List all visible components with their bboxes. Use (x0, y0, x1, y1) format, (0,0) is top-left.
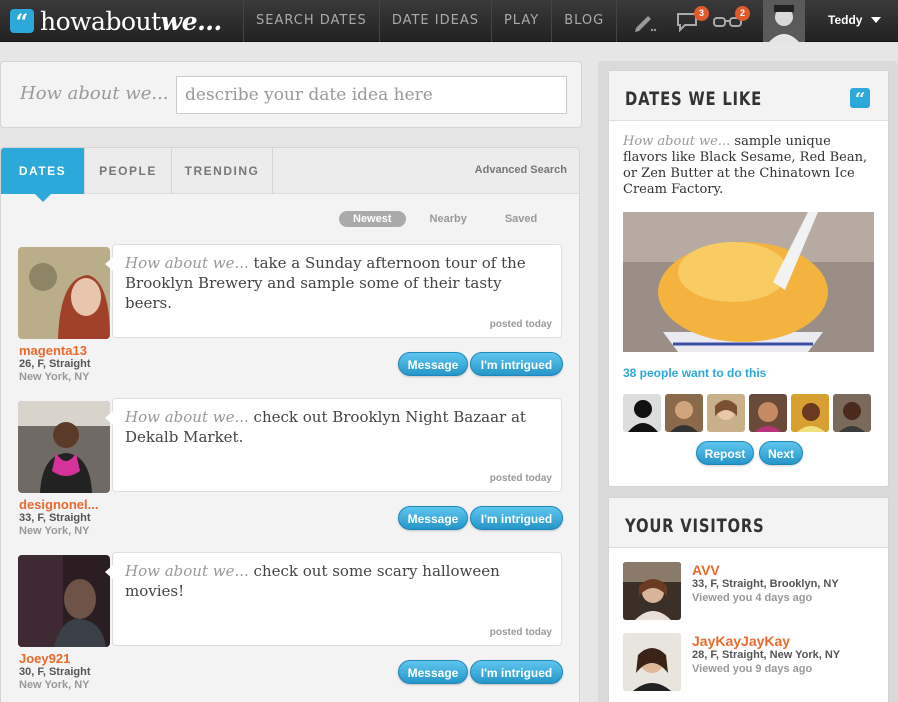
nav-date-ideas[interactable]: DATE IDEAS (380, 0, 492, 42)
avatar[interactable] (623, 394, 661, 432)
chevron-down-icon[interactable] (871, 17, 881, 23)
visitor-name[interactable]: AVV (692, 562, 720, 578)
logo[interactable]: “ howaboutwe... (10, 6, 222, 36)
avatar[interactable] (749, 394, 787, 432)
posted-time: posted today (489, 319, 552, 330)
message-button[interactable]: Message (398, 352, 468, 376)
feed-panel: DATES PEOPLE TRENDING Advanced Search Ne… (0, 147, 580, 702)
messages-icon[interactable]: 3 (675, 6, 709, 34)
list-item[interactable]: JayKayJayKay 28, F, Straight, New York, … (623, 633, 883, 693)
username-link[interactable]: Joey921 (19, 651, 70, 666)
visitor-details: 33, F, Straight, Brooklyn, NY Viewed you … (692, 578, 839, 604)
user-details: 26, F, Straight New York, NY (19, 358, 91, 383)
logo-text: howaboutwe... (40, 6, 222, 36)
user-details: 30, F, Straight New York, NY (19, 666, 91, 691)
feed-filters: Newest Nearby Saved (339, 211, 561, 227)
list-item[interactable]: AVV 33, F, Straight, Brooklyn, NY Viewed … (623, 562, 883, 622)
nav-blog[interactable]: BLOG (552, 0, 618, 42)
avatar[interactable] (665, 394, 703, 432)
quote-icon: “ (850, 88, 870, 110)
intrigued-button[interactable]: I'm intrigued (470, 506, 563, 530)
filter-nearby[interactable]: Nearby (416, 211, 481, 227)
dates-we-like-box: DATES WE LIKE “ How about we... sample u… (608, 70, 889, 487)
filter-saved[interactable]: Saved (491, 211, 551, 227)
your-visitors-box: YOUR VISITORS AVV 33, F, Straight, Brook… (608, 497, 889, 702)
intrigued-button[interactable]: I'm intrigued (470, 352, 563, 376)
logo-quote-icon: “ (10, 9, 34, 36)
pencil-icon[interactable] (632, 8, 658, 34)
your-visitors-title: YOUR VISITORS (625, 515, 765, 537)
post-card[interactable]: How about we... take a Sunday afternoon … (105, 244, 562, 338)
want-count-link[interactable]: 38 people want to do this (623, 366, 766, 380)
glasses-icon[interactable]: 2 (712, 6, 750, 34)
message-button[interactable]: Message (398, 506, 468, 530)
messages-count-badge: 3 (694, 6, 709, 21)
next-button[interactable]: Next (759, 441, 803, 465)
date-idea-input[interactable] (176, 76, 567, 114)
username-link[interactable]: magenta13 (19, 343, 87, 358)
advanced-search-link[interactable]: Advanced Search (475, 164, 567, 176)
avatar[interactable] (623, 633, 681, 691)
date-idea-label: How about we... (20, 83, 169, 104)
nav-play[interactable]: PLAY (492, 0, 553, 42)
featured-date-text: How about we... sample unique flavors li… (623, 134, 868, 197)
tab-trending[interactable]: TRENDING (172, 148, 273, 194)
user-details: 33, F, Straight New York, NY (19, 512, 91, 537)
user-name[interactable]: Teddy (828, 13, 862, 27)
right-sidebar: DATES WE LIKE “ How about we... sample u… (598, 61, 898, 702)
views-count-badge: 2 (735, 6, 750, 21)
box-header: YOUR VISITORS (609, 498, 888, 548)
posted-time: posted today (489, 627, 552, 638)
avatar[interactable] (18, 401, 110, 493)
nav-search-dates[interactable]: SEARCH DATES (244, 0, 380, 42)
post-text: How about we... check out some scary hal… (125, 562, 500, 600)
message-button[interactable]: Message (398, 660, 468, 684)
avatar[interactable] (18, 247, 110, 339)
tab-dates[interactable]: DATES (1, 148, 85, 202)
avatar[interactable] (623, 562, 681, 620)
user-avatar[interactable] (763, 0, 805, 42)
visitor-details: 28, F, Straight, New York, NY Viewed you … (692, 649, 841, 675)
avatar[interactable] (707, 394, 745, 432)
feed-tabs: DATES PEOPLE TRENDING Advanced Search (1, 148, 579, 202)
avatar[interactable] (18, 555, 110, 647)
date-idea-panel: How about we... (0, 61, 582, 128)
filter-newest[interactable]: Newest (339, 211, 406, 227)
tab-people[interactable]: PEOPLE (85, 148, 172, 194)
post-text: How about we... check out Brooklyn Night… (125, 408, 526, 446)
featured-date-image[interactable] (623, 212, 874, 352)
avatar[interactable] (791, 394, 829, 432)
repost-button[interactable]: Repost (696, 441, 754, 465)
visitor-name[interactable]: JayKayJayKay (692, 633, 790, 649)
intrigued-button[interactable]: I'm intrigued (470, 660, 563, 684)
box-header: DATES WE LIKE “ (609, 71, 888, 121)
top-bar: “ howaboutwe... SEARCH DATES DATE IDEAS … (0, 0, 898, 42)
post-card[interactable]: How about we... check out Brooklyn Night… (105, 398, 562, 492)
posted-time: posted today (489, 473, 552, 484)
post-text: How about we... take a Sunday afternoon … (125, 254, 526, 312)
dates-we-like-title: DATES WE LIKE (625, 88, 763, 110)
post-card[interactable]: How about we... check out some scary hal… (105, 552, 562, 646)
username-link[interactable]: designonel... (19, 497, 98, 512)
main-nav: SEARCH DATES DATE IDEAS PLAY BLOG (243, 0, 618, 42)
avatar[interactable] (833, 394, 871, 432)
